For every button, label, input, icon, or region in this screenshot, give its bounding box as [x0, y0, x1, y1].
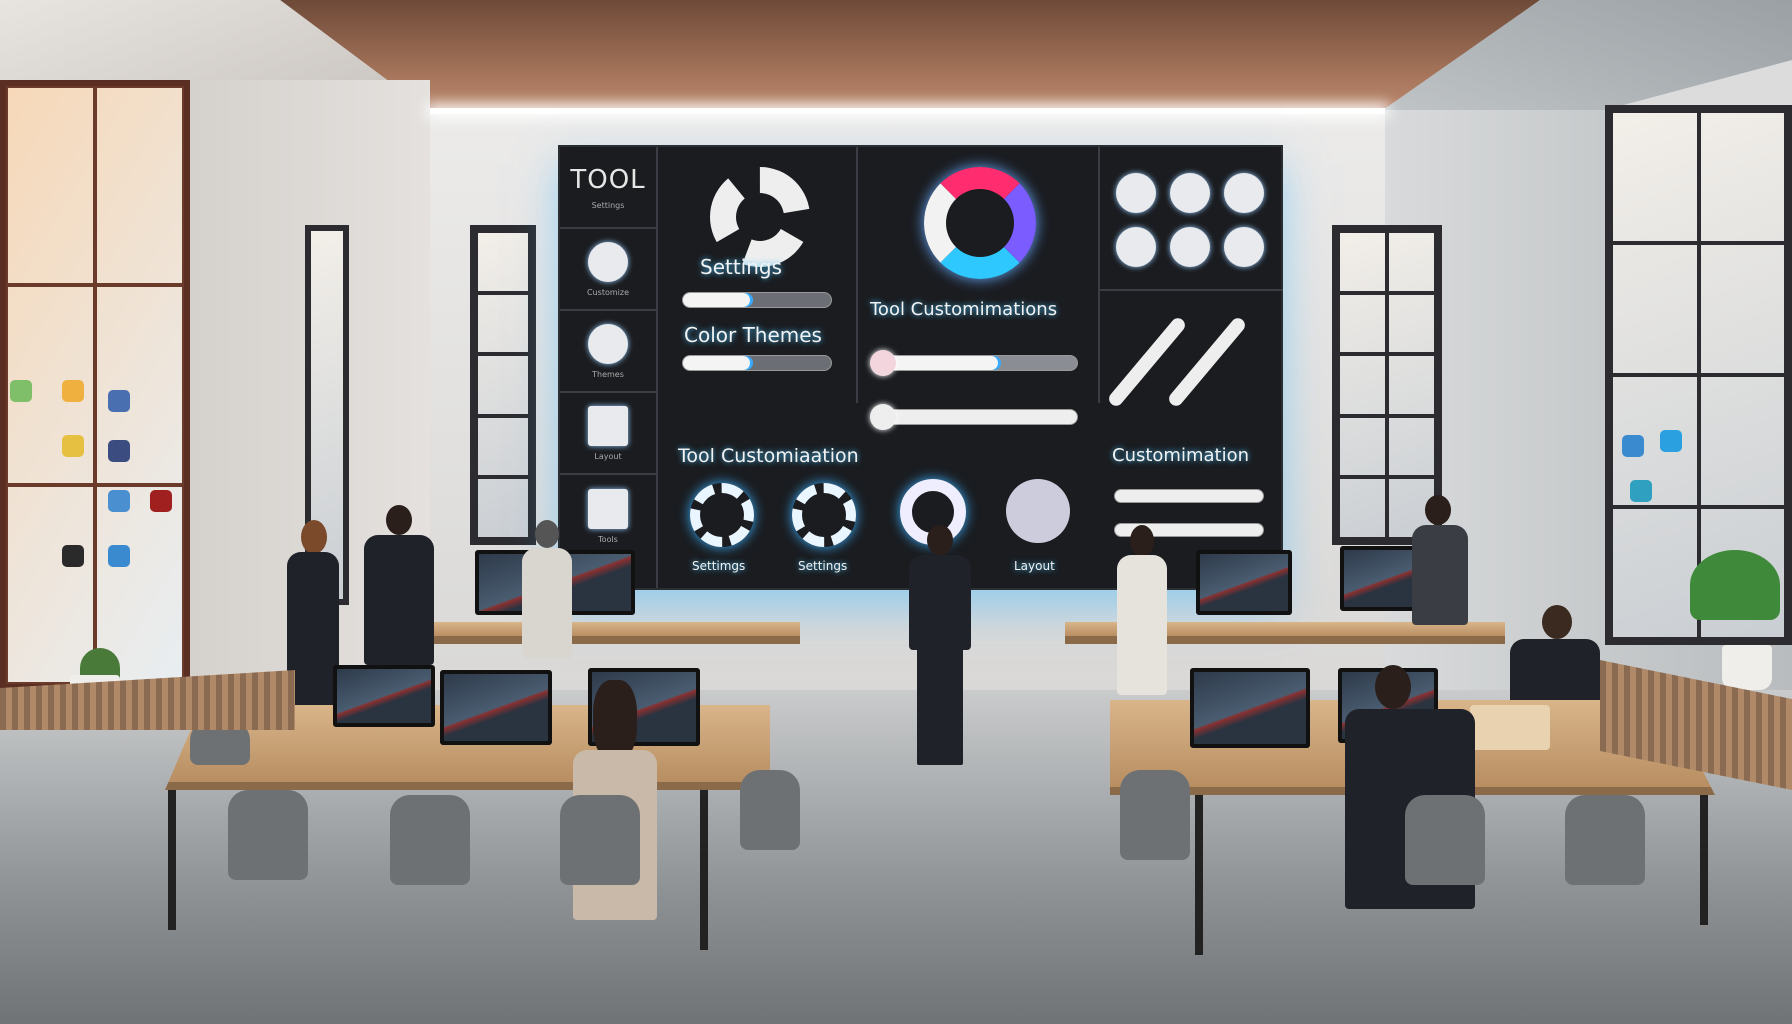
slider-1[interactable]: [878, 355, 1078, 371]
app-sticker: [62, 545, 84, 567]
office-chair: [228, 790, 308, 880]
office-chair: [740, 770, 800, 850]
gear-icon[interactable]: [690, 483, 754, 547]
tool-customimations-label: Tool Customimations: [870, 299, 1058, 320]
app-sticker: [62, 380, 84, 402]
gear-icon[interactable]: [792, 483, 856, 547]
wall-display[interactable]: TOOL Settings Customize Themes Layout Too…: [558, 145, 1283, 590]
color-themes-label: Color Themes: [684, 323, 822, 347]
customization-slider-1[interactable]: [1114, 489, 1264, 503]
tool-icon[interactable]: [1116, 227, 1156, 267]
tool-icon[interactable]: [1116, 173, 1156, 213]
settings-panel: Settings Color Themes: [658, 147, 858, 403]
office-chair: [560, 795, 640, 885]
office-chair: [1405, 795, 1485, 885]
desk-leg: [1195, 795, 1203, 955]
brush-icon[interactable]: [1006, 479, 1070, 543]
app-sticker: [108, 490, 130, 512]
office-chair: [390, 795, 470, 885]
desk-leg: [168, 790, 176, 930]
app-sticker: [10, 380, 32, 402]
tool-icon[interactable]: [1170, 173, 1210, 213]
sidebar-logo: TOOL Settings: [560, 147, 656, 229]
sidebar-item-label: Layout: [594, 451, 622, 461]
office-chair: [1565, 795, 1645, 885]
customimation-label: Customimation: [1112, 445, 1250, 466]
app-sticker: [108, 440, 130, 462]
icon-label: Settimgs: [692, 559, 746, 573]
app-sticker: [108, 545, 130, 567]
ceiling-light: [430, 108, 1385, 114]
person-man-right: [1410, 495, 1470, 625]
sidebar-item-layout[interactable]: Layout: [560, 393, 656, 475]
plant: [1690, 550, 1780, 620]
settings-slider[interactable]: [682, 292, 832, 308]
window-back-left: [470, 225, 536, 545]
customization-panel: Tool Customimations: [858, 147, 1100, 430]
monitor: [1190, 668, 1310, 748]
tool-customization-label: Tool Customiaation: [678, 445, 859, 467]
app-sticker: [150, 490, 172, 512]
monitor: [440, 670, 552, 745]
app-sticker: [1630, 480, 1652, 502]
tool-icon-grid: [1116, 173, 1264, 267]
tool-logo: TOOL: [570, 164, 646, 195]
tool-icon[interactable]: [1224, 173, 1264, 213]
gear-icon: [710, 167, 810, 267]
monitor: [1196, 550, 1292, 615]
desk-back-left: [420, 622, 800, 644]
image-icon: [588, 405, 628, 446]
monitor: [333, 665, 435, 727]
person-woman-right: [1115, 525, 1170, 700]
sidebar-item-label: Customize: [587, 287, 629, 297]
sidebar-item-label: Tools: [598, 534, 618, 544]
settings-label: Settings: [700, 255, 783, 279]
color-wheel-icon: [924, 167, 1036, 279]
slider-1-knob[interactable]: [870, 350, 896, 376]
app-sticker: [108, 390, 130, 412]
shield-icon: [588, 323, 628, 364]
office-chair: [1120, 770, 1190, 860]
slider-2[interactable]: [878, 409, 1078, 425]
document-icon: [588, 488, 628, 529]
sidebar-item-customize[interactable]: Customize: [560, 229, 656, 311]
icon-label: Settings: [798, 559, 848, 573]
home-icon: [588, 241, 628, 282]
tool-icon[interactable]: [1224, 227, 1264, 267]
app-sticker: [62, 435, 84, 457]
icon-label: Layout: [1014, 559, 1055, 573]
desk-leg: [1700, 795, 1708, 925]
tool-icon[interactable]: [1170, 227, 1210, 267]
sidebar-item-label: Themes: [592, 369, 624, 379]
person-man-left: [360, 505, 440, 665]
tools-panel: Customimation: [1100, 147, 1283, 588]
sidebar-item-themes[interactable]: Themes: [560, 311, 656, 393]
slider-2-knob[interactable]: [870, 404, 896, 430]
plant-pot: [1722, 645, 1772, 690]
app-sticker: [1660, 430, 1682, 452]
sidebar-item-label: Settings: [591, 200, 625, 210]
color-themes-slider[interactable]: [682, 355, 832, 371]
person-standing: [520, 520, 575, 660]
app-sticker: [1622, 435, 1644, 457]
person-center: [905, 525, 975, 770]
desk-leg: [700, 790, 708, 950]
